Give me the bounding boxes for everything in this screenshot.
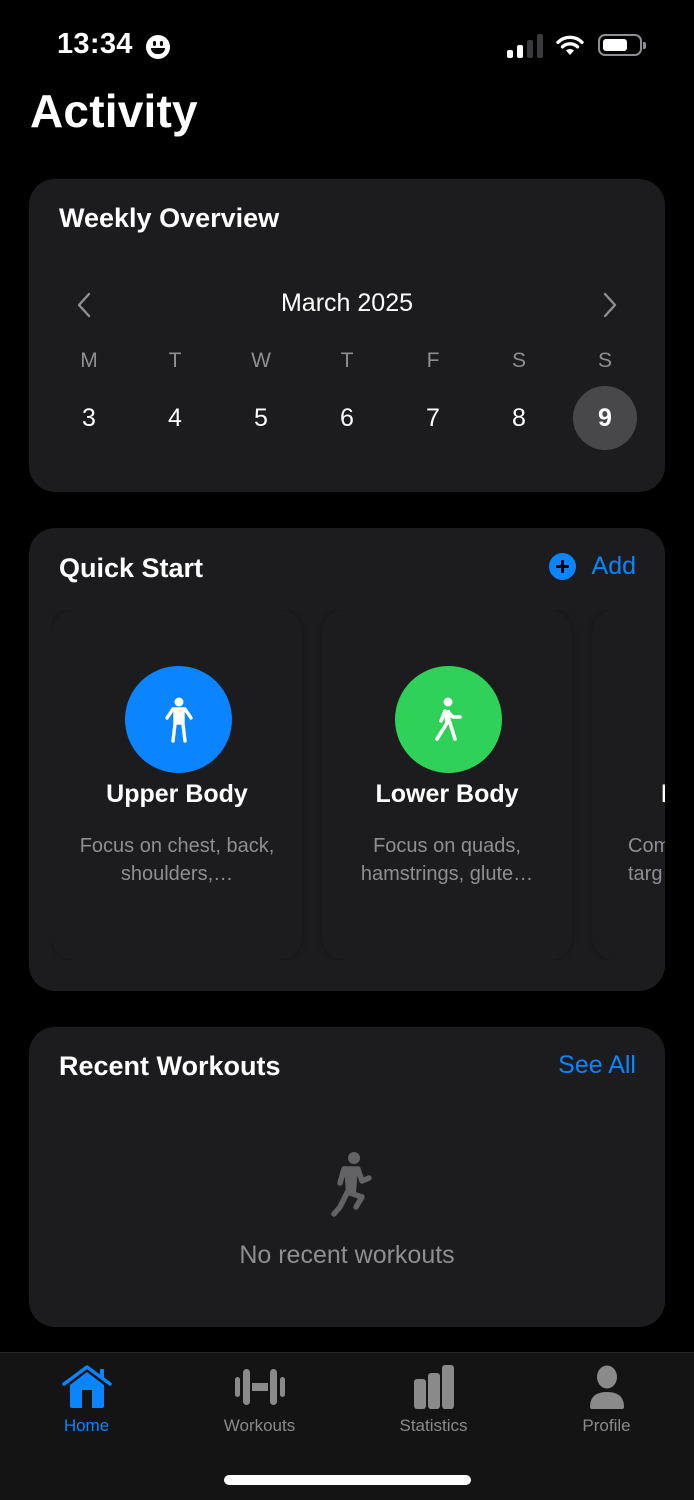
see-all-button[interactable]: See All bbox=[558, 1051, 636, 1080]
cellular-signal-icon bbox=[507, 34, 543, 58]
empty-state-text: No recent workouts bbox=[239, 1241, 455, 1269]
date-cell-today[interactable]: 9 bbox=[573, 386, 637, 450]
upper-body-badge bbox=[125, 666, 232, 773]
date-cell[interactable]: 7 bbox=[401, 386, 465, 450]
signal-bar bbox=[527, 40, 533, 58]
tab-home[interactable]: Home bbox=[0, 1353, 173, 1443]
quick-start-item-name: Lower Body bbox=[375, 780, 519, 808]
quick-start-item-upper-body[interactable]: Upper Body Focus on chest, back, shoulde… bbox=[52, 610, 302, 960]
tab-workouts[interactable]: Workouts bbox=[173, 1353, 346, 1443]
tab-label: Statistics bbox=[399, 1416, 468, 1435]
weekday-label: W bbox=[251, 349, 271, 372]
date-cell[interactable]: 6 bbox=[315, 386, 379, 450]
signal-bar bbox=[537, 34, 543, 58]
weekly-overview-card: Weekly Overview March 2025 M T W T F S S… bbox=[29, 179, 665, 492]
weekday-label: S bbox=[511, 349, 526, 372]
dumbbell-icon bbox=[234, 1369, 285, 1405]
weekday-label: T bbox=[340, 349, 354, 372]
recent-workouts-title: Recent Workouts bbox=[59, 1051, 281, 1081]
quick-start-card: Quick Start Add Upper Body Focus on ches… bbox=[29, 528, 665, 991]
date-cell[interactable]: 5 bbox=[229, 386, 293, 450]
status-time: 13:34 bbox=[57, 28, 133, 60]
signal-bar bbox=[507, 50, 513, 58]
date-cell[interactable]: 3 bbox=[57, 386, 121, 450]
weekly-overview-title: Weekly Overview bbox=[59, 203, 280, 233]
date-cell[interactable]: 4 bbox=[143, 386, 207, 450]
quick-start-carousel[interactable]: Upper Body Focus on chest, back, shoulde… bbox=[52, 610, 665, 960]
tab-label: Home bbox=[63, 1416, 110, 1435]
signal-bar bbox=[517, 45, 523, 58]
quick-start-item-partial[interactable]: F Com targ bbox=[592, 610, 665, 960]
recent-workouts-card: Recent Workouts See All No recent workou… bbox=[29, 1027, 665, 1327]
date-row: 3 4 5 6 7 8 9 bbox=[46, 386, 648, 450]
weekday-label: F bbox=[426, 349, 440, 372]
tab-profile[interactable]: Profile bbox=[520, 1353, 693, 1443]
weekday-header-row: M T W T F S S bbox=[46, 349, 648, 373]
house-icon bbox=[61, 1365, 112, 1408]
quick-start-item-lower-body[interactable]: Lower Body Focus on quads, hamstrings, g… bbox=[322, 610, 572, 960]
running-figure-icon bbox=[331, 1152, 372, 1217]
weekday-label: T bbox=[168, 349, 182, 372]
tab-statistics[interactable]: Statistics bbox=[347, 1353, 520, 1443]
status-bar: 13:34 bbox=[0, 0, 694, 90]
wifi-icon bbox=[556, 35, 584, 55]
tab-label: Workouts bbox=[223, 1416, 296, 1435]
add-button[interactable]: Add bbox=[548, 552, 636, 581]
battery-fill bbox=[603, 39, 627, 51]
home-indicator[interactable] bbox=[224, 1475, 471, 1485]
page-title: Activity bbox=[30, 85, 198, 137]
quick-start-item-description: Com targ bbox=[628, 835, 665, 885]
person-icon bbox=[589, 1365, 624, 1409]
month-navigator: March 2025 bbox=[29, 287, 665, 323]
standing-figure-icon bbox=[164, 697, 193, 743]
quick-start-item-name: F bbox=[661, 780, 665, 809]
quick-start-item-name: Upper Body bbox=[106, 780, 248, 808]
battery-icon bbox=[598, 34, 646, 56]
quick-start-item-description: Focus on chest, back, shoulders,… bbox=[79, 835, 275, 885]
quick-start-title: Quick Start bbox=[59, 553, 204, 583]
chevron-right-icon[interactable] bbox=[595, 291, 623, 319]
plus-circle-icon bbox=[548, 553, 576, 580]
weekday-label: M bbox=[80, 349, 98, 372]
quick-start-item-description: Focus on quads, hamstrings, glute… bbox=[360, 835, 534, 885]
tab-label: Profile bbox=[582, 1416, 631, 1435]
add-label: Add bbox=[591, 552, 636, 580]
lower-body-badge bbox=[395, 666, 502, 773]
bar-chart-icon bbox=[413, 1365, 454, 1409]
weekday-label: S bbox=[597, 349, 612, 372]
month-label: March 2025 bbox=[280, 289, 414, 317]
walking-figure-icon bbox=[434, 697, 462, 741]
grinning-face-icon bbox=[146, 35, 170, 59]
date-cell[interactable]: 8 bbox=[487, 386, 551, 450]
